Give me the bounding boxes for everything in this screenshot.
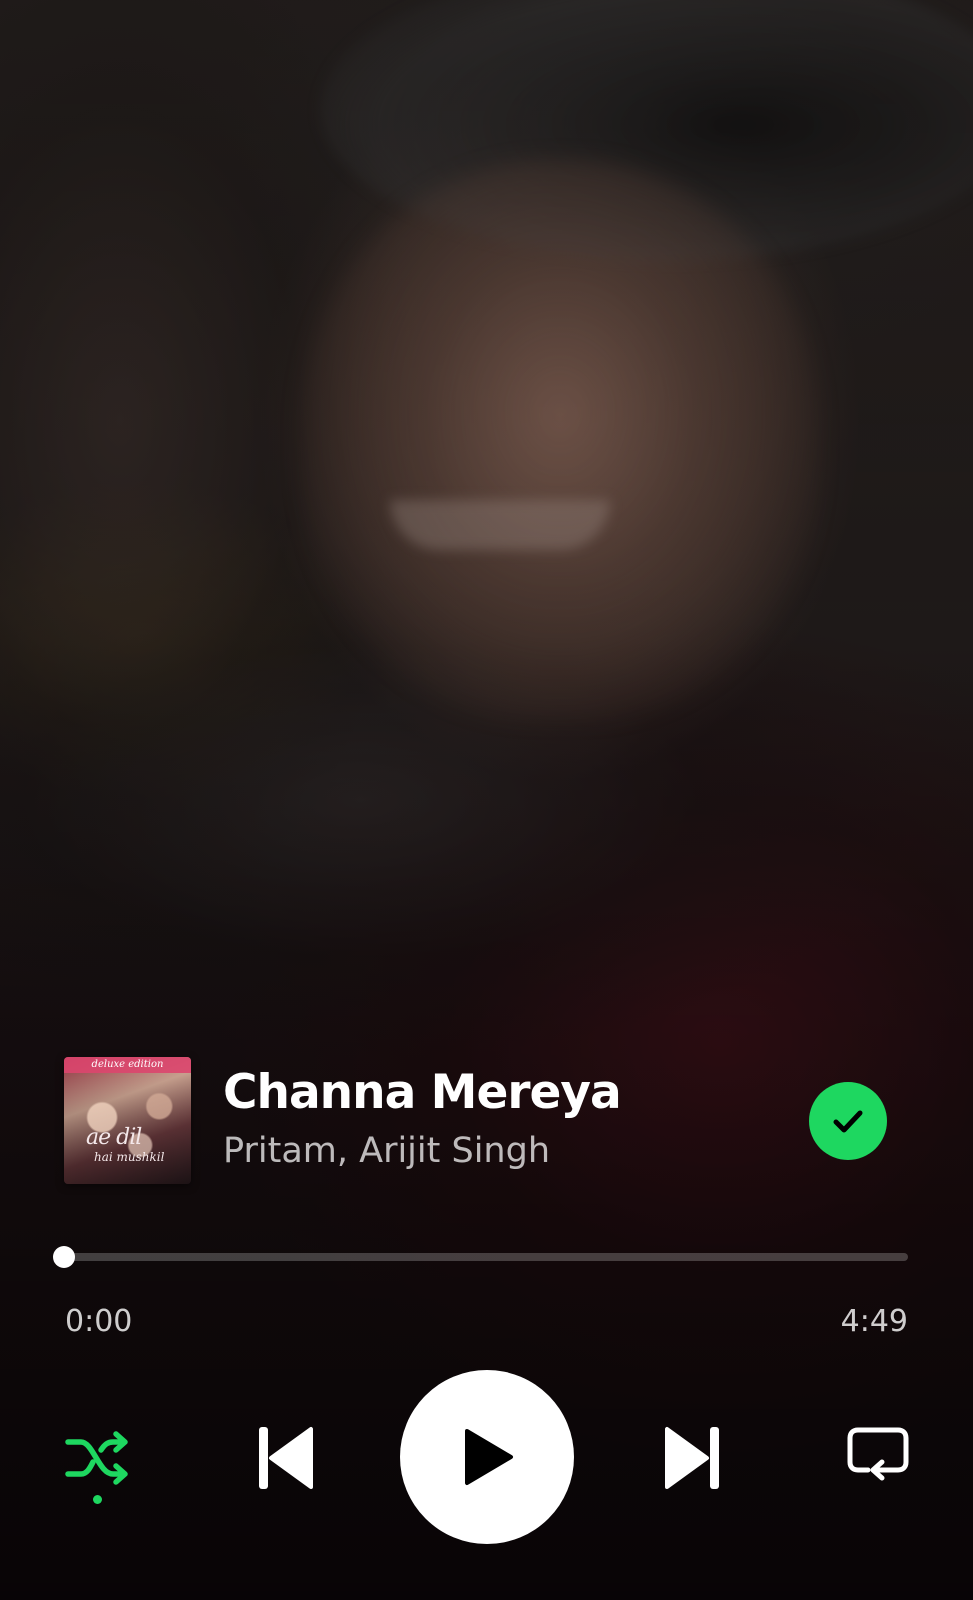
track-info: deluxe edition ae dil hai mushkil Channa… — [64, 1057, 904, 1185]
play-icon — [465, 1429, 513, 1485]
shuffle-active-indicator — [93, 1495, 102, 1504]
skip-previous-icon — [259, 1427, 313, 1489]
album-cover[interactable]: deluxe edition ae dil hai mushkil — [64, 1057, 191, 1184]
liked-button[interactable] — [809, 1082, 887, 1160]
repeat-button[interactable] — [838, 1416, 918, 1496]
play-button[interactable] — [400, 1370, 574, 1544]
track-artists[interactable]: Pritam, Arijit Singh — [223, 1123, 783, 1179]
cover-subtitle: hai mushkil — [94, 1150, 165, 1164]
next-button[interactable] — [648, 1413, 738, 1503]
skip-next-icon — [665, 1427, 719, 1489]
track-text[interactable]: Channa Mereya Pritam, Arijit Singh — [223, 1063, 783, 1179]
progress-knob[interactable] — [53, 1246, 75, 1268]
total-time: 4:49 — [840, 1304, 908, 1339]
repeat-icon — [847, 1427, 909, 1481]
backdrop-shade — [0, 0, 973, 1600]
shuffle-icon — [65, 1431, 128, 1485]
checkmark-icon — [833, 1110, 863, 1133]
shuffle-button[interactable] — [60, 1420, 136, 1496]
track-title[interactable]: Channa Mereya — [223, 1063, 783, 1123]
previous-button[interactable] — [240, 1413, 330, 1503]
elapsed-time: 0:00 — [65, 1304, 133, 1339]
canvas-video-backdrop — [0, 0, 973, 1600]
progress-bar[interactable] — [53, 1246, 908, 1268]
cover-edition-label: deluxe edition — [64, 1057, 191, 1073]
cover-title: ae dil — [86, 1125, 142, 1150]
